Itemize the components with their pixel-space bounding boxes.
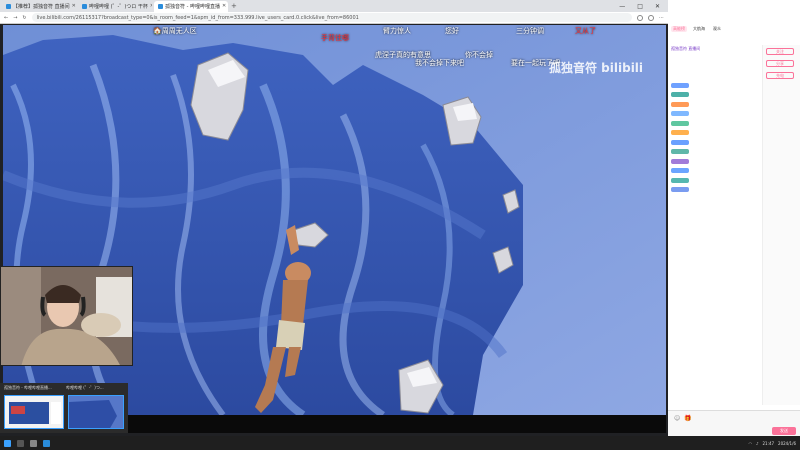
follow-button[interactable]: 关注 bbox=[766, 48, 794, 55]
browser-tab-2[interactable]: 哔哩哔哩 (゜-゜)つロ 干杯 ✕ bbox=[78, 1, 152, 12]
fan-badge-icon bbox=[671, 130, 689, 135]
browser-tab-3[interactable]: 孤独音符 - 哔哩哔哩直播 ✕ bbox=[154, 0, 228, 12]
chat-top-area bbox=[668, 0, 800, 22]
windows-taskbar: ◠ ♪ 21:47 2024/1/6 bbox=[0, 436, 800, 450]
back-icon[interactable]: ← bbox=[4, 15, 8, 21]
tab-audience[interactable]: 观众 bbox=[711, 26, 723, 32]
danmaku-label: 又从了 bbox=[575, 27, 596, 35]
send-label: 发送 bbox=[780, 428, 788, 433]
fan-badge-icon bbox=[671, 101, 689, 107]
danmaku-label: 您好 bbox=[445, 27, 459, 35]
thumbnail-image bbox=[69, 396, 123, 428]
close-icon[interactable]: ✕ bbox=[222, 3, 226, 9]
clock-time[interactable]: 21:47 bbox=[763, 441, 775, 446]
window-controls: — □ ✕ bbox=[619, 3, 668, 10]
send-button[interactable]: 发送 bbox=[772, 427, 796, 435]
fan-badge-icon bbox=[671, 177, 689, 183]
windows-start-icon[interactable] bbox=[4, 439, 11, 447]
danmaku-label: 三分钟调 bbox=[516, 27, 544, 35]
charge-button[interactable]: 充电 bbox=[766, 72, 794, 79]
url-input[interactable]: live.bilibili.com/26115317?broadcast_typ… bbox=[31, 13, 632, 22]
fan-badge-icon bbox=[671, 158, 689, 164]
share-button[interactable]: 分享 bbox=[766, 60, 794, 67]
task-view-icon[interactable] bbox=[30, 439, 37, 447]
chat-input-area[interactable]: ☺ 🎁 发送 bbox=[668, 410, 800, 436]
new-tab-button[interactable]: + bbox=[231, 2, 237, 10]
gift-icon[interactable]: 🎁 bbox=[684, 415, 691, 422]
bilibili-watermark: 孤独音符 bilibili bbox=[549, 61, 644, 75]
tab-guard[interactable]: 大航海 bbox=[691, 26, 707, 32]
screen: 【推荐】孤独音符 直播间 ✕ 哔哩哔哩 (゜-゜)つロ 干杯 ✕ 孤独音符 - … bbox=[0, 0, 800, 450]
preview-thumbnail-1[interactable] bbox=[4, 395, 64, 429]
favicon-icon bbox=[82, 3, 87, 9]
danmaku-label: 手背往哪 bbox=[321, 34, 349, 42]
webcam-overlay bbox=[0, 266, 133, 366]
browser-icon[interactable] bbox=[43, 439, 50, 447]
favicon-icon bbox=[6, 3, 11, 9]
tab-bar: 【推荐】孤独音符 直播间 ✕ 哔哩哔哩 (゜-゜)つロ 干杯 ✕ 孤独音符 - … bbox=[0, 0, 668, 12]
chat-tab-list: 高能榜 大航海 观众 bbox=[671, 26, 797, 32]
chat-header: 高能榜 大航海 观众 孤独音符 直播间 bbox=[668, 22, 800, 51]
danmaku-comment: 我不会掉下来吧 bbox=[415, 59, 464, 67]
search-icon[interactable] bbox=[17, 439, 24, 447]
danmaku-comment: 你不会掉 bbox=[465, 51, 493, 59]
emoji-icon[interactable]: ☺ bbox=[674, 415, 680, 422]
chat-sidebar-strip bbox=[762, 45, 800, 405]
menu-icon[interactable]: ⋯ bbox=[659, 15, 664, 21]
fan-badge-icon bbox=[671, 92, 689, 97]
maximize-button[interactable]: □ bbox=[637, 3, 643, 10]
streamer-camera bbox=[1, 267, 132, 365]
fan-badge-icon bbox=[671, 139, 689, 145]
favicon-icon bbox=[158, 3, 163, 9]
danmaku-label: 臂力惊人 bbox=[383, 27, 411, 35]
fan-badge-icon bbox=[671, 187, 689, 192]
wifi-icon[interactable]: ◠ bbox=[748, 441, 752, 446]
fan-badge-icon bbox=[671, 168, 689, 173]
danmaku-label: 🏠周周无人区 bbox=[153, 27, 197, 35]
system-tray: ◠ ♪ 21:47 2024/1/6 bbox=[748, 441, 796, 446]
tab-title: 孤独音符 - 哔哩哔哩直播 bbox=[165, 3, 220, 10]
close-window-button[interactable]: ✕ bbox=[655, 3, 660, 10]
refresh-icon[interactable]: ↻ bbox=[22, 15, 26, 21]
preview-label: 哔哩哔哩 (゜-゜)つ... bbox=[66, 385, 104, 390]
extension-icon[interactable] bbox=[637, 14, 643, 21]
browser-tab-1[interactable]: 【推荐】孤独音符 直播间 ✕ bbox=[2, 1, 76, 12]
fan-badge-icon bbox=[671, 82, 689, 88]
address-bar: ← → ↻ live.bilibili.com/26115317?broadca… bbox=[0, 12, 668, 24]
close-icon[interactable]: ✕ bbox=[72, 3, 76, 9]
clock-date[interactable]: 2024/1/6 bbox=[778, 441, 796, 446]
browser-window: 【推荐】孤独音符 直播间 ✕ 哔哩哔哩 (゜-゜)つロ 干杯 ✕ 孤独音符 - … bbox=[0, 0, 668, 436]
preview-thumbnail-2[interactable] bbox=[68, 395, 124, 429]
fan-badge-icon bbox=[671, 111, 689, 116]
profile-icon[interactable] bbox=[648, 14, 654, 21]
fan-badge-icon bbox=[671, 149, 689, 154]
url-text: live.bilibili.com/26115317?broadcast_typ… bbox=[36, 14, 359, 21]
thumbnail-image bbox=[5, 396, 63, 428]
tab-title: 【推荐】孤独音符 直播间 bbox=[13, 3, 70, 10]
minimize-button[interactable]: — bbox=[619, 3, 625, 10]
close-icon[interactable]: ✕ bbox=[150, 3, 152, 9]
volume-icon[interactable]: ♪ bbox=[756, 441, 759, 446]
preview-label: 孤独音符 - 哔哩哔哩直播... bbox=[4, 385, 52, 390]
forward-icon[interactable]: → bbox=[13, 15, 17, 21]
tab-title: 哔哩哔哩 (゜-゜)つロ 干杯 bbox=[89, 3, 148, 10]
tab-high-energy[interactable]: 高能榜 bbox=[671, 26, 687, 32]
fan-badge-icon bbox=[671, 120, 689, 126]
